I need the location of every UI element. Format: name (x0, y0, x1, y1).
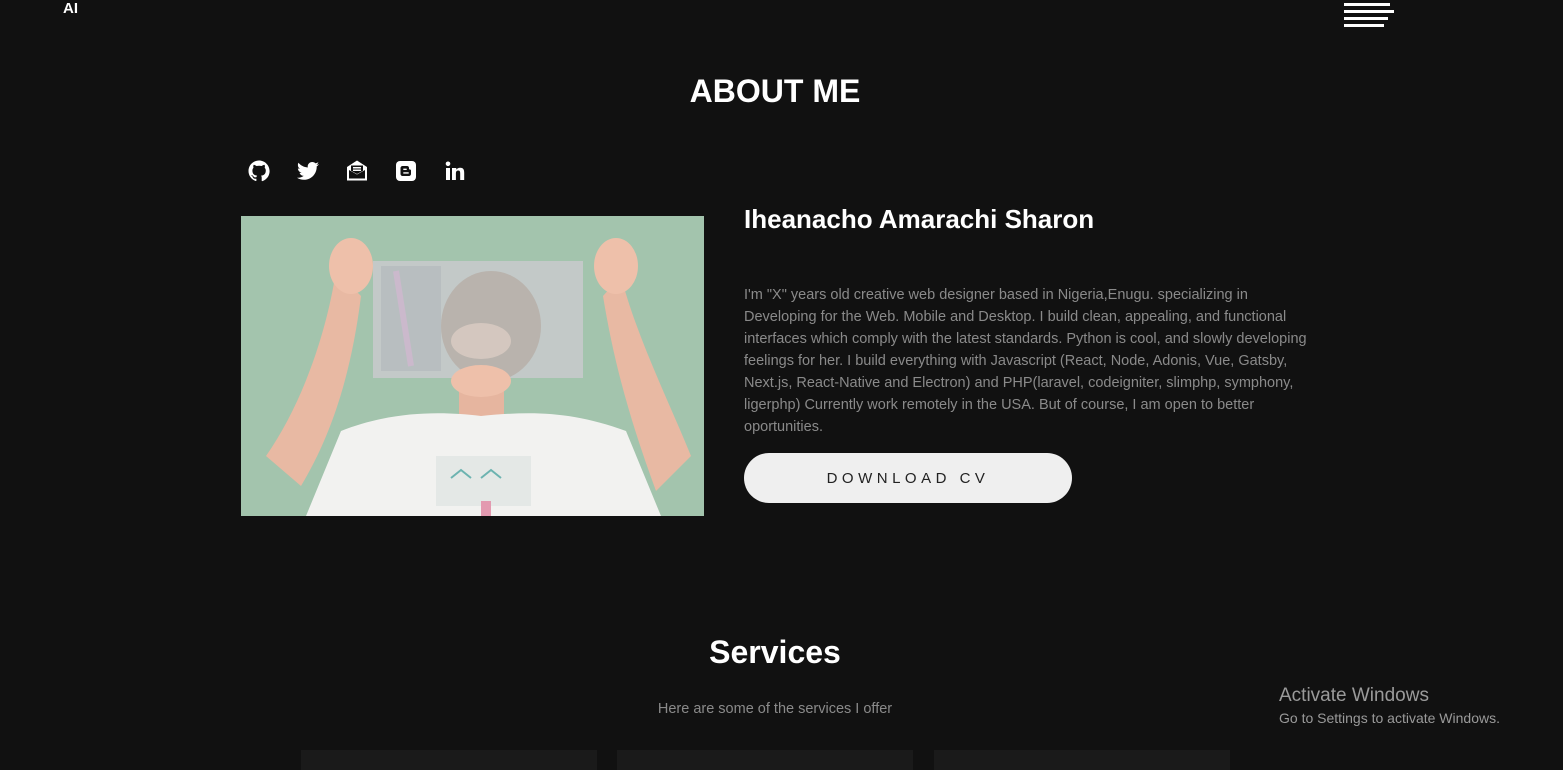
site-logo[interactable]: AI (63, 0, 78, 17)
linkedin-icon[interactable] (442, 158, 467, 183)
service-card[interactable] (617, 750, 913, 770)
hamburger-menu-icon[interactable] (1344, 3, 1396, 29)
twitter-icon[interactable] (295, 158, 320, 183)
profile-photo (241, 216, 704, 516)
github-icon[interactable] (246, 158, 271, 183)
services-title: Services (709, 634, 841, 670)
watermark-title: Activate Windows (1279, 685, 1429, 706)
social-links (246, 158, 467, 183)
about-title: ABOUT ME (689, 73, 861, 109)
envelope-open-icon[interactable] (344, 158, 369, 183)
service-card[interactable] (301, 750, 597, 770)
watermark-subtitle: Go to Settings to activate Windows. (1279, 710, 1500, 726)
profile-bio: I'm "X" years old creative web designer … (744, 287, 1307, 435)
windows-activation-watermark: Activate Windows Go to Settings to activ… (1279, 685, 1500, 726)
service-card[interactable] (934, 750, 1230, 770)
blogger-icon[interactable] (393, 158, 418, 183)
download-cv-button[interactable]: DOWNLOAD CV (744, 453, 1072, 503)
profile-name: Iheanacho Amarachi Sharon (744, 204, 1095, 234)
